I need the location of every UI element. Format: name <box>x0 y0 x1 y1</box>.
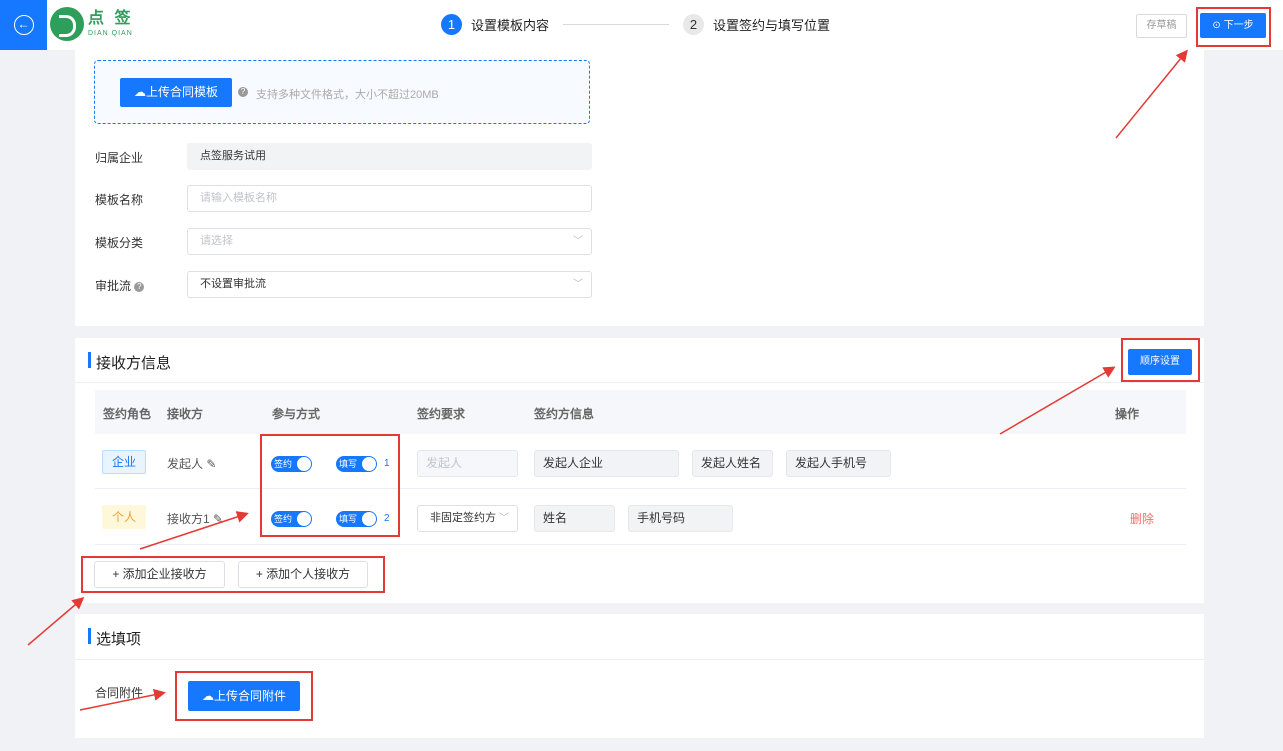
annotation-arrow <box>27 597 85 646</box>
annotation-arrow <box>1115 49 1188 139</box>
annotation-arrows <box>27 49 1188 711</box>
annotation-arrow <box>79 688 166 711</box>
annotation-arrow <box>139 511 249 550</box>
annotation-arrow <box>999 366 1116 435</box>
